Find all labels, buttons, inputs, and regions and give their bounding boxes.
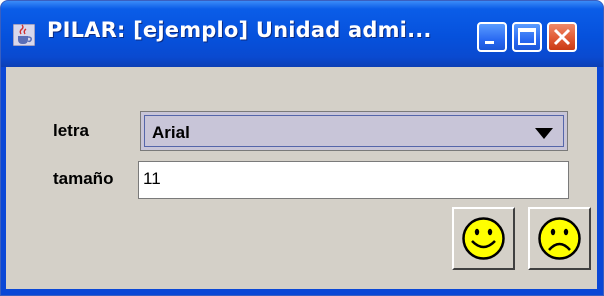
title-bar[interactable]: PILAR: [ejemplo] Unidad admi... (1, 1, 603, 67)
size-label: tamaño (53, 169, 114, 188)
font-combobox-frame: Arial (144, 115, 564, 147)
maximize-icon (518, 28, 536, 45)
close-button[interactable] (547, 22, 577, 52)
dialog-window: PILAR: [ejemplo] Unidad admi... letra Ar… (0, 0, 604, 296)
size-input-value: 11 (143, 169, 161, 188)
dropdown-arrow-icon[interactable] (535, 128, 553, 140)
font-combobox-value: Arial (152, 123, 190, 142)
window-frame-bottom (1, 289, 603, 295)
minimize-button[interactable] (477, 22, 507, 52)
window-title: PILAR: [ejemplo] Unidad admi... (47, 18, 432, 42)
size-input[interactable]: 11 (138, 161, 569, 199)
close-icon (553, 28, 571, 46)
happy-face-icon (462, 217, 505, 260)
cancel-button[interactable] (528, 207, 591, 270)
dialog-content: letra Arial tamaño 11 (6, 67, 597, 289)
maximize-button[interactable] (512, 22, 542, 52)
minimize-icon (485, 41, 494, 44)
ok-button[interactable] (452, 207, 515, 270)
font-combobox[interactable]: Arial (140, 111, 568, 151)
sad-face-icon (538, 217, 581, 260)
java-cup-icon (13, 24, 35, 46)
font-label: letra (53, 121, 89, 140)
